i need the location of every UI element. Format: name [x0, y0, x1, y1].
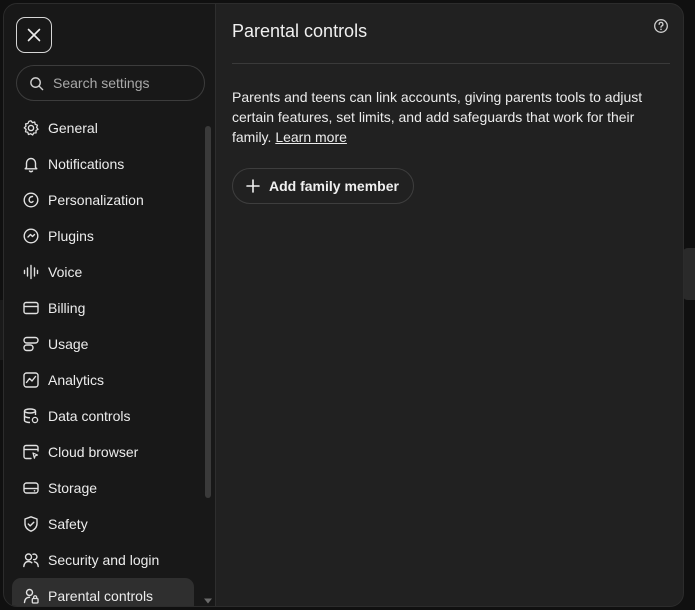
sidebar-item-label: Security and login — [48, 552, 160, 568]
sidebar-item-usage[interactable]: Usage — [12, 326, 194, 362]
users-lock-icon — [22, 551, 40, 569]
bell-icon — [22, 155, 40, 173]
sidebar-item-label: Analytics — [48, 372, 105, 388]
help-button[interactable] — [653, 18, 669, 34]
sidebar-item-billing[interactable]: Billing — [12, 290, 194, 326]
sidebar-item-label: General — [48, 120, 98, 136]
credit-card-icon — [22, 299, 40, 317]
add-family-member-label: Add family member — [269, 178, 399, 194]
sidebar-item-parental-controls[interactable]: Parental controls — [12, 578, 194, 606]
sidebar-item-analytics[interactable]: Analytics — [12, 362, 194, 398]
sidebar-item-notifications[interactable]: Notifications — [12, 146, 194, 182]
sidebar-item-label: Usage — [48, 336, 89, 352]
gear-icon — [22, 119, 40, 137]
sidebar-item-voice[interactable]: Voice — [12, 254, 194, 290]
sidebar-item-label: Billing — [48, 300, 86, 316]
settings-nav: General Notifications Personalization Pl… — [12, 110, 194, 606]
sidebar-item-label: Cloud browser — [48, 444, 139, 460]
personalization-icon — [22, 191, 40, 209]
search-box[interactable] — [16, 65, 205, 101]
learn-more-link[interactable]: Learn more — [275, 129, 347, 145]
sidebar-item-storage[interactable]: Storage — [12, 470, 194, 506]
scrollbar-thumb[interactable] — [205, 126, 211, 498]
plus-icon — [246, 179, 260, 193]
sidebar-item-plugins[interactable]: Plugins — [12, 218, 194, 254]
sidebar-item-label: Safety — [48, 516, 88, 532]
header-divider — [232, 63, 670, 64]
sidebar-item-general[interactable]: General — [12, 110, 194, 146]
settings-sidebar: General Notifications Personalization Pl… — [4, 4, 216, 606]
search-icon — [30, 76, 44, 90]
waveform-icon — [22, 263, 40, 281]
settings-dialog: General Notifications Personalization Pl… — [3, 3, 684, 607]
database-icon — [22, 407, 40, 425]
sidebar-item-label: Voice — [48, 264, 83, 280]
parental-controls-description: Parents and teens can link accounts, giv… — [232, 87, 657, 147]
scroll-down-arrow-icon[interactable] — [203, 596, 213, 606]
storage-drive-icon — [22, 479, 40, 497]
sidebar-item-label: Notifications — [48, 156, 125, 172]
sidebar-item-label: Personalization — [48, 192, 144, 208]
shield-check-icon — [22, 515, 40, 533]
sidebar-item-security-and-login[interactable]: Security and login — [12, 542, 194, 578]
sidebar-item-label: Storage — [48, 480, 98, 496]
page-title: Parental controls — [232, 21, 368, 41]
close-button[interactable] — [16, 17, 52, 53]
sidebar-item-data-controls[interactable]: Data controls — [12, 398, 194, 434]
settings-content: Parental controls Parents and teens can … — [217, 4, 683, 606]
sidebar-scrollbar[interactable] — [203, 114, 213, 606]
sidebar-item-label: Parental controls — [48, 588, 154, 604]
user-lock-icon — [22, 587, 40, 605]
usage-icon — [22, 335, 40, 353]
analytics-chart-icon — [22, 371, 40, 389]
question-circle-icon — [654, 19, 668, 33]
search-input[interactable] — [53, 75, 193, 91]
plugin-icon — [22, 227, 40, 245]
close-icon — [27, 28, 41, 42]
browser-window-icon — [22, 443, 40, 461]
add-family-member-button[interactable]: Add family member — [232, 168, 414, 204]
sidebar-item-label: Plugins — [48, 228, 94, 244]
sidebar-item-safety[interactable]: Safety — [12, 506, 194, 542]
sidebar-item-cloud-browser[interactable]: Cloud browser — [12, 434, 194, 470]
sidebar-item-label: Data controls — [48, 408, 131, 424]
sidebar-item-personalization[interactable]: Personalization — [12, 182, 194, 218]
